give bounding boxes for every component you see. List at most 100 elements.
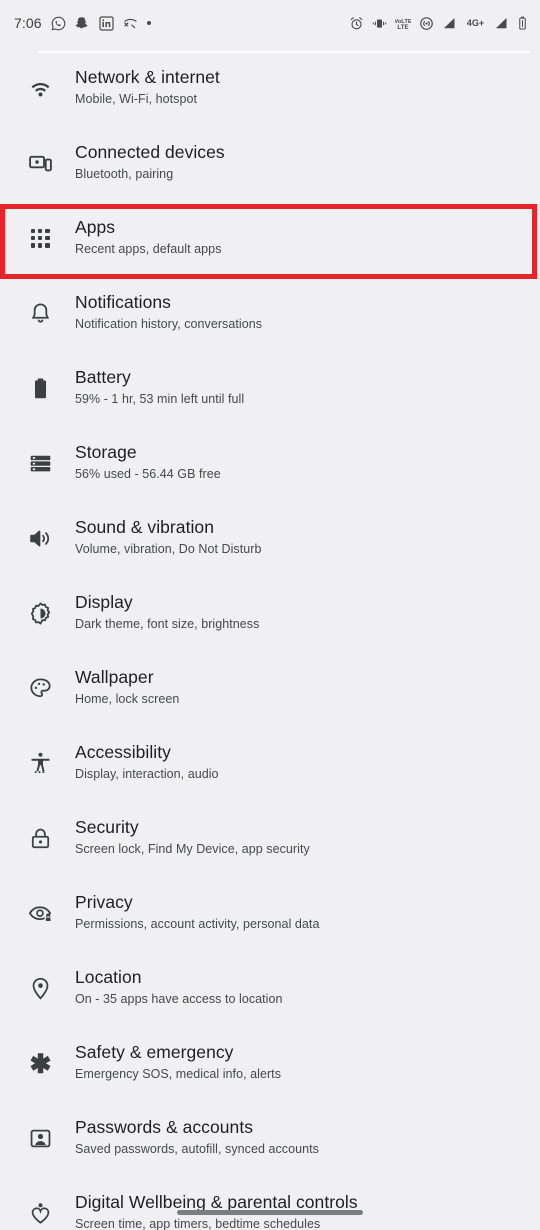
signal-bars-sim2-icon [494, 16, 509, 31]
whatsapp-icon [51, 16, 66, 31]
settings-row-subtitle: Volume, vibration, Do Not Disturb [75, 542, 262, 556]
settings-row-subtitle: 59% - 1 hr, 53 min left until full [75, 392, 245, 406]
status-bar-left-group: 7:06 [14, 15, 151, 31]
settings-row-text: Privacy Permissions, account activity, p… [62, 891, 319, 933]
settings-row-title: Apps [75, 217, 116, 237]
accessibility-icon [18, 741, 62, 785]
status-bar: 7:06 VoLTE LTE 4G+ [0, 0, 540, 46]
settings-row-text: Security Screen lock, Find My Device, ap… [62, 816, 310, 858]
volte-icon: VoLTE LTE [395, 16, 411, 31]
passwords-accounts-icon [18, 1116, 62, 1160]
settings-row-title: Storage [75, 442, 137, 462]
settings-list: Network & internet Mobile, Wi-Fi, hotspo… [0, 46, 540, 1230]
display-brightness-icon [18, 591, 62, 635]
network-type-icon: 4G+ [465, 16, 486, 30]
status-bar-clock: 7:06 [14, 15, 42, 31]
location-pin-icon [18, 966, 62, 1010]
svg-text:LTE: LTE [397, 24, 408, 31]
settings-row-title: Security [75, 817, 139, 837]
settings-row-text: Network & internet Mobile, Wi-Fi, hotspo… [62, 66, 220, 108]
more-notifications-dot-icon [146, 21, 151, 25]
signal-bars-sim1-icon [442, 16, 457, 31]
settings-row-digital-wellbeing[interactable]: Digital Wellbeing & parental controls Sc… [0, 1179, 540, 1230]
settings-row-privacy[interactable]: Privacy Permissions, account activity, p… [0, 879, 540, 954]
settings-row-text: Display Dark theme, font size, brightnes… [62, 591, 259, 633]
wallpaper-palette-icon [18, 666, 62, 710]
privacy-eye-icon [18, 891, 62, 935]
settings-row-notifications[interactable]: Notifications Notification history, conv… [0, 279, 540, 354]
safety-emergency-icon [18, 1041, 62, 1085]
settings-row-subtitle: Recent apps, default apps [75, 242, 222, 256]
settings-row-subtitle: Notification history, conversations [75, 317, 263, 331]
apps-grid-icon [18, 216, 62, 260]
settings-row-text: Storage 56% used - 56.44 GB free [62, 441, 221, 483]
settings-row-text: Battery 59% - 1 hr, 53 min left until fu… [62, 366, 244, 408]
scroll-edge-indicator [38, 51, 530, 53]
settings-row-apps[interactable]: Apps Recent apps, default apps [0, 204, 537, 279]
navigation-gesture-handle[interactable] [177, 1210, 363, 1215]
battery-icon [517, 16, 528, 31]
settings-row-subtitle: Display, interaction, audio [75, 767, 219, 781]
settings-row-title: Sound & vibration [75, 517, 214, 537]
wifi-icon [18, 66, 62, 110]
settings-row-subtitle: Mobile, Wi-Fi, hotspot [75, 92, 197, 106]
settings-row-subtitle: Screen time, app timers, bedtime schedul… [75, 1217, 321, 1230]
settings-row-connected-devices[interactable]: Connected devices Bluetooth, pairing [0, 129, 540, 204]
settings-row-wallpaper[interactable]: Wallpaper Home, lock screen [0, 654, 540, 729]
settings-row-title: Notifications [75, 292, 171, 312]
snapchat-icon [75, 16, 90, 31]
settings-row-network-internet[interactable]: Network & internet Mobile, Wi-Fi, hotspo… [0, 54, 540, 129]
settings-row-location[interactable]: Location On - 35 apps have access to loc… [0, 954, 540, 1029]
settings-row-title: Privacy [75, 892, 133, 912]
settings-row-title: Battery [75, 367, 131, 387]
settings-row-subtitle: Emergency SOS, medical info, alerts [75, 1067, 281, 1081]
missed-call-icon [123, 16, 138, 31]
settings-row-title: Accessibility [75, 742, 171, 762]
status-bar-right-group: VoLTE LTE 4G+ [349, 16, 528, 31]
digital-wellbeing-icon [18, 1191, 62, 1230]
settings-row-sound-vibration[interactable]: Sound & vibration Volume, vibration, Do … [0, 504, 540, 579]
settings-row-title: Passwords & accounts [75, 1117, 254, 1137]
settings-row-text: Wallpaper Home, lock screen [62, 666, 179, 708]
settings-row-passwords-accounts[interactable]: Passwords & accounts Saved passwords, au… [0, 1104, 540, 1179]
settings-row-title: Safety & emergency [75, 1042, 234, 1062]
hotspot-icon [419, 16, 434, 31]
settings-row-title: Connected devices [75, 142, 225, 162]
settings-row-text: Passwords & accounts Saved passwords, au… [62, 1116, 319, 1158]
settings-row-title: Network & internet [75, 67, 220, 87]
settings-row-title: Display [75, 592, 133, 612]
settings-row-text: Apps Recent apps, default apps [62, 216, 222, 258]
settings-row-title: Location [75, 967, 142, 987]
alarm-icon [349, 16, 364, 31]
settings-row-subtitle: Bluetooth, pairing [75, 167, 174, 181]
settings-row-security[interactable]: Security Screen lock, Find My Device, ap… [0, 804, 540, 879]
settings-row-subtitle: Dark theme, font size, brightness [75, 617, 260, 631]
settings-row-subtitle: On - 35 apps have access to location [75, 992, 283, 1006]
settings-row-text: Accessibility Display, interaction, audi… [62, 741, 219, 783]
settings-row-text: Safety & emergency Emergency SOS, medica… [62, 1041, 281, 1083]
settings-row-subtitle: Saved passwords, autofill, synced accoun… [75, 1142, 319, 1156]
settings-row-text: Notifications Notification history, conv… [62, 291, 262, 333]
settings-row-subtitle: Screen lock, Find My Device, app securit… [75, 842, 310, 856]
settings-row-subtitle: Home, lock screen [75, 692, 180, 706]
connected-devices-icon [18, 141, 62, 185]
settings-row-text: Connected devices Bluetooth, pairing [62, 141, 225, 183]
settings-row-storage[interactable]: Storage 56% used - 56.44 GB free [0, 429, 540, 504]
settings-row-text: Sound & vibration Volume, vibration, Do … [62, 516, 261, 558]
notifications-bell-icon [18, 291, 62, 335]
battery-icon [18, 366, 62, 410]
settings-row-title: Wallpaper [75, 667, 154, 687]
apps-grid-dots [30, 228, 50, 248]
security-lock-icon [18, 816, 62, 860]
linkedin-icon [99, 15, 114, 31]
settings-row-safety-emergency[interactable]: Safety & emergency Emergency SOS, medica… [0, 1029, 540, 1104]
settings-row-display[interactable]: Display Dark theme, font size, brightnes… [0, 579, 540, 654]
settings-row-subtitle: Permissions, account activity, personal … [75, 917, 320, 931]
storage-icon [18, 441, 62, 485]
svg-text:4G+: 4G+ [467, 18, 484, 28]
settings-row-accessibility[interactable]: Accessibility Display, interaction, audi… [0, 729, 540, 804]
settings-row-subtitle: 56% used - 56.44 GB free [75, 467, 221, 481]
settings-row-battery[interactable]: Battery 59% - 1 hr, 53 min left until fu… [0, 354, 540, 429]
settings-row-text: Location On - 35 apps have access to loc… [62, 966, 282, 1008]
vibrate-icon [372, 16, 387, 31]
